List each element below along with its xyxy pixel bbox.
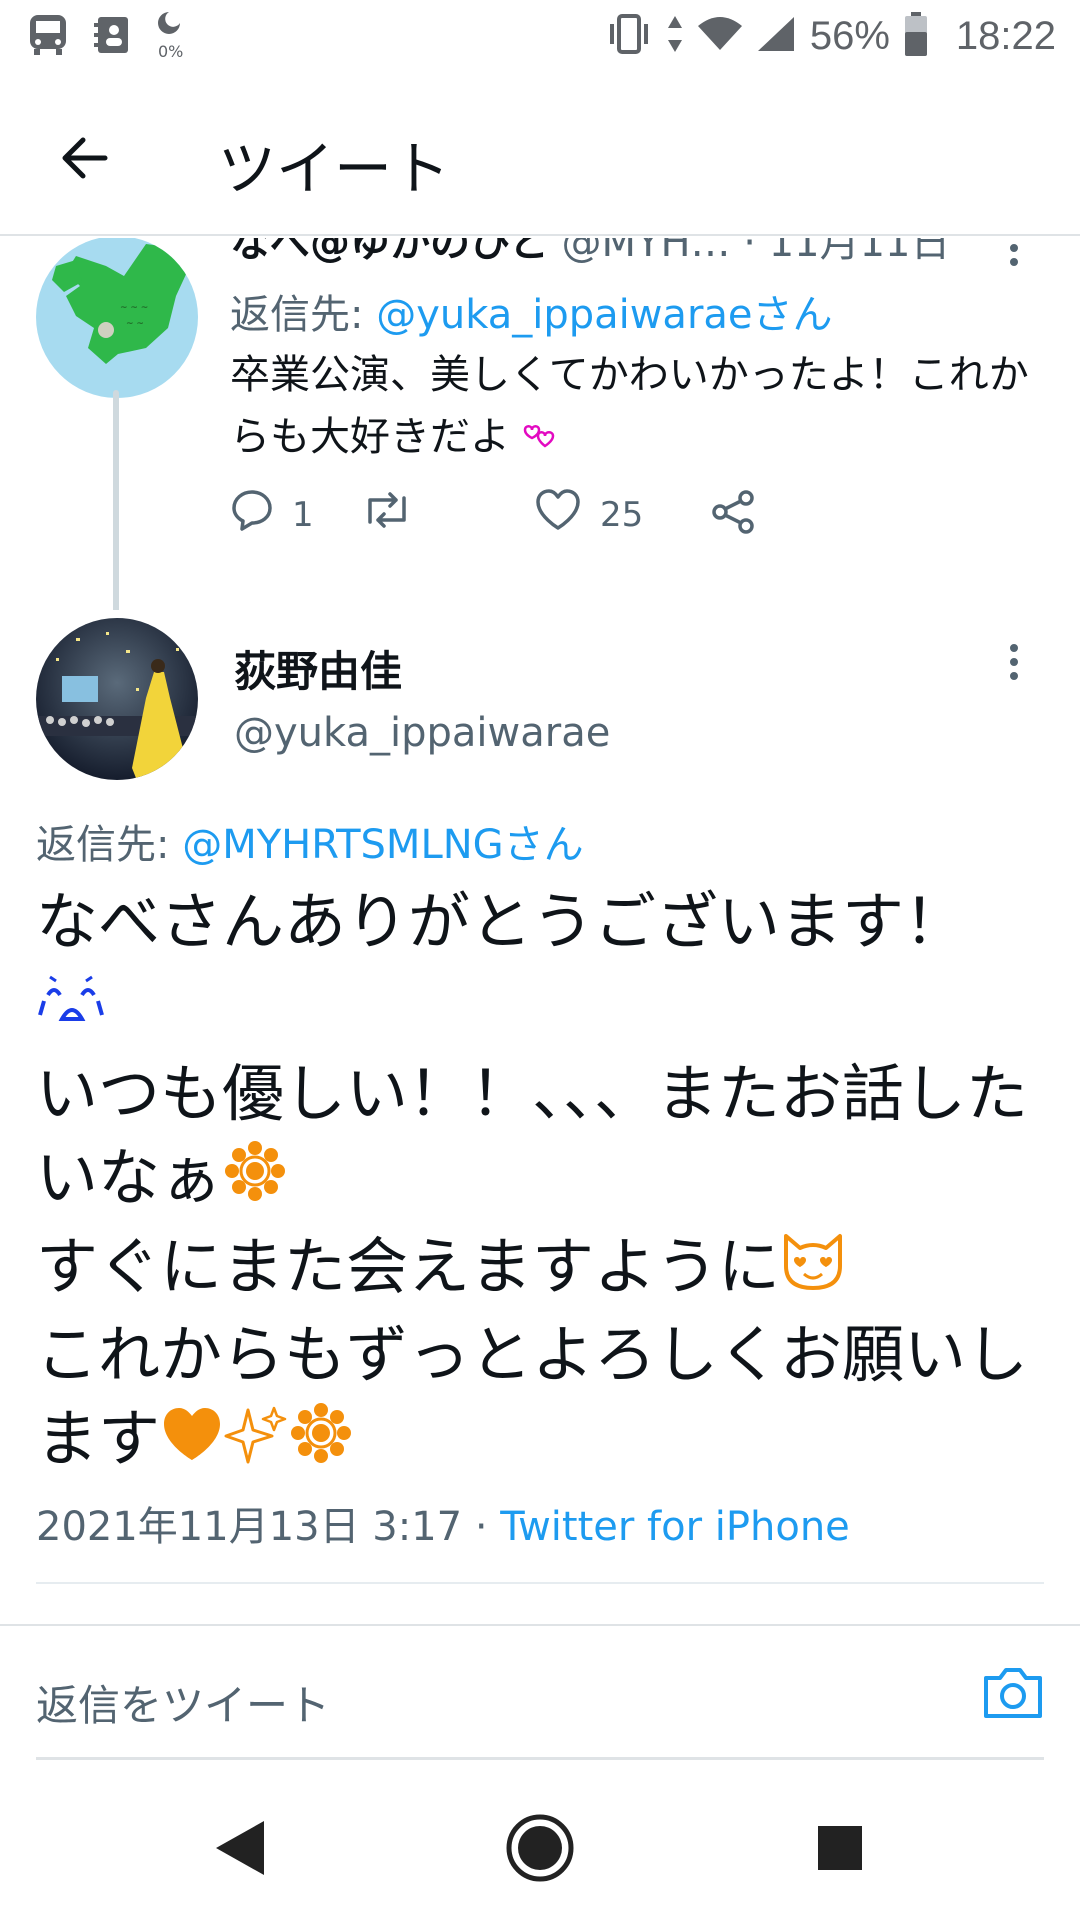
back-arrow-icon [59,136,109,184]
svg-text:~ ~ ~: ~ ~ ~ [120,303,148,313]
author-handle: @MYH… [561,238,731,266]
like-icon [534,488,582,541]
avatar[interactable]: ~ ~ ~ ~ ~ [36,238,198,398]
data-percent: 0% [158,42,184,61]
tweet-line-1: なべさんありがとうございます！ [36,885,967,958]
reply-icon [230,488,274,541]
reply-to-line: 返信先: @yuka_ippaiwaraeさん [230,282,833,340]
contacts-icon [94,15,130,59]
sparkles-emoji-icon [224,1401,288,1485]
battery-icon [904,12,928,60]
author-handle: @yuka_ippaiwarae [234,710,611,756]
reply-composer[interactable]: 返信をツイート [36,1630,1044,1760]
heart-eyes-cat-emoji-icon [780,1229,846,1313]
tweet-text-body: 卒業公演、美しくてかわいかったよ！これからも大好きだよ [230,352,1029,460]
tweet-date: · 11月11日 [743,238,951,266]
nav-home-icon [505,1813,575,1887]
tweet-line-2: いつも優しい！！、、、またお話したいなぁ [36,1056,1029,1214]
nav-home-button[interactable] [500,1810,580,1890]
reply-count: 1 [292,494,314,535]
wifi-icon [697,16,742,56]
camera-button[interactable] [982,1664,1044,1726]
data-arrows-icon [666,14,684,58]
share-icon [710,488,758,545]
battery-percent: 56% [809,13,890,58]
author-name[interactable]: なべ@ゆかのひと [230,238,549,266]
like-count: 25 [600,494,644,535]
tweet-line-3: すぐにまた会えますように [36,1230,781,1304]
vibrate-icon [606,14,652,58]
nav-back-icon [212,1817,268,1883]
reply-prefix: 返信先: [36,822,183,868]
system-nav-bar [0,1780,1080,1920]
parent-tweet[interactable]: ~ ~ ~ ~ ~ なべ@ゆかのひと @MYH… · 11月11日 返信先: @… [0,238,1080,610]
reply-to-link[interactable]: @yuka_ippaiwaraeさん [376,292,832,338]
crying-face-emoji-icon [36,968,108,1052]
tweet-meta: 2021年11月13日 3:17 · Twitter for iPhone [36,1494,850,1552]
tweet-text: なべさんありがとうございます！ いつも優しい！！、、、またお話したいなぁ すぐに… [36,880,1046,1487]
share-button[interactable] [710,488,758,545]
two-hearts-emoji-icon [523,408,559,470]
tweet-text: 卒業公演、美しくてかわいかったよ！これからも大好きだよ [230,344,1050,470]
more-icon [1008,244,1020,272]
signal-icon [756,15,796,57]
reply-to-line: 返信先: @MYHRTSMLNGさん [36,812,584,870]
clock: 18:22 [955,13,1056,58]
nav-back-button[interactable] [200,1810,280,1890]
author-name[interactable]: 荻野由佳 [234,638,402,699]
sunflower-emoji-icon [222,1138,288,1225]
divider [36,1582,1044,1584]
avatar[interactable] [36,618,198,780]
tweet-timestamp: 2021年11月13日 3:17 · [36,1504,501,1550]
reply-input-placeholder[interactable]: 返信をツイート [36,1672,330,1733]
nav-recents-icon [816,1824,864,1876]
reply-button[interactable]: 1 [230,488,314,541]
like-button[interactable]: 25 [534,488,643,541]
orange-heart-emoji-icon [160,1401,224,1485]
sunflower-emoji-icon [288,1400,354,1487]
divider [0,1624,1080,1626]
data-saver-icon: 0% [156,10,186,64]
app-bar: ツイート [0,76,1080,236]
more-icon [1008,644,1020,686]
retweet-icon [360,488,414,541]
bus-icon [28,13,68,61]
retweet-button[interactable] [360,488,414,541]
svg-text:~ ~: ~ ~ [126,319,144,329]
reply-prefix: 返信先: [230,292,377,338]
nav-recents-button[interactable] [800,1810,880,1890]
status-bar: 0% 56% 18:22 [0,0,1080,76]
tweet-actions: 1 25 [230,488,950,548]
camera-icon [982,1668,1044,1724]
tweet-source-link[interactable]: Twitter for iPhone [500,1504,850,1550]
thread-line [113,390,119,610]
back-button[interactable] [48,124,120,196]
more-button[interactable] [1008,238,1020,272]
more-button[interactable] [1008,642,1020,686]
page-title: ツイート [218,135,451,203]
parent-tweet-header: なべ@ゆかのひと @MYH… · 11月11日 [230,238,951,268]
reply-to-link[interactable]: @MYHRTSMLNGさん [182,822,583,868]
